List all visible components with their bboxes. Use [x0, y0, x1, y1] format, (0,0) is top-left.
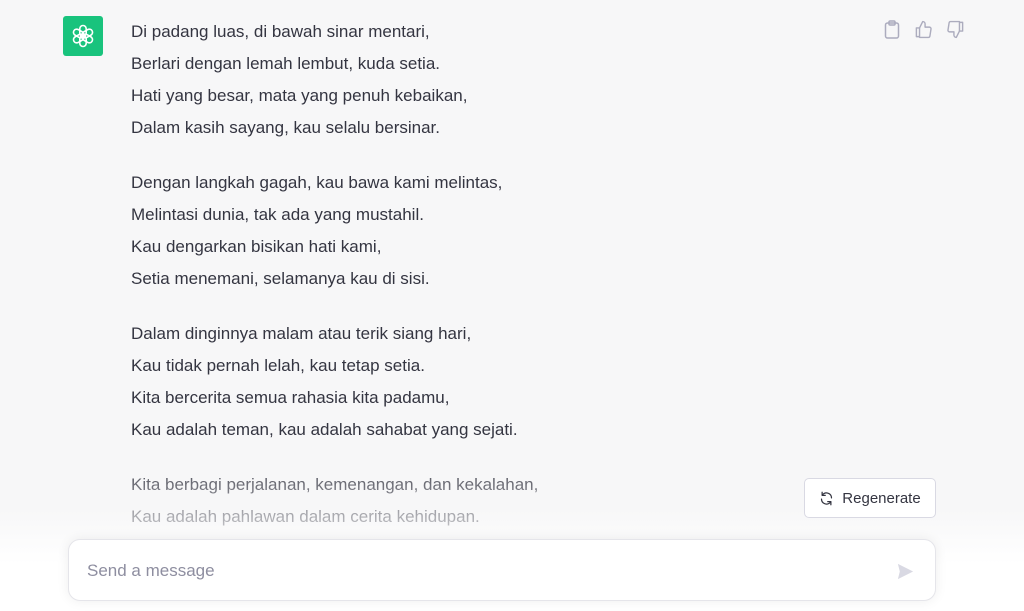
poem-line: Kau tidak pernah lelah, kau tetap setia. — [131, 356, 425, 375]
regenerate-button[interactable]: Regenerate — [804, 478, 936, 518]
poem-stanza: Dengan langkah gagah, kau bawa kami meli… — [131, 167, 831, 295]
assistant-avatar — [63, 16, 103, 56]
poem-stanza: Di padang luas, di bawah sinar mentari, B… — [131, 16, 831, 144]
poem-stanza: Kita berbagi perjalanan, kemenangan, dan… — [131, 469, 831, 533]
poem-line: Kau dengarkan bisikan hati kami, — [131, 237, 382, 256]
poem-stanza: Dalam dinginnya malam atau terik siang h… — [131, 318, 831, 446]
send-icon — [897, 563, 913, 579]
message-input[interactable] — [85, 540, 879, 602]
poem-line: Dalam kasih sayang, kau selalu bersinar. — [131, 118, 440, 137]
poem-line: Kau adalah pahlawan dalam cerita kehidup… — [131, 507, 480, 526]
poem-line: Kita bercerita semua rahasia kita padamu… — [131, 388, 450, 407]
poem-line: Berlari dengan lemah lembut, kuda setia. — [131, 54, 441, 73]
thumbs-down-button[interactable] — [946, 18, 965, 40]
regenerate-label: Regenerate — [842, 489, 921, 507]
thumbs-up-icon — [915, 20, 932, 38]
clipboard-icon — [884, 19, 899, 39]
poem-line: Hati yang besar, mata yang penuh kebaika… — [131, 86, 468, 105]
refresh-icon — [821, 491, 833, 505]
poem-line: Kita berbagi perjalanan, kemenangan, dan… — [131, 475, 539, 494]
copy-button[interactable] — [882, 18, 901, 40]
send-button[interactable] — [893, 559, 917, 583]
thumbs-up-button[interactable] — [914, 18, 933, 40]
poem-line: Melintasi dunia, tak ada yang mustahil. — [131, 205, 424, 224]
openai-logo-icon — [72, 24, 94, 48]
assistant-message: Di padang luas, di bawah sinar mentari, B… — [131, 16, 831, 556]
poem-line: Setia menemani, selamanya kau di sisi. — [131, 269, 430, 288]
poem-line: Di padang luas, di bawah sinar mentari, — [131, 22, 430, 41]
poem-line: Kau adalah teman, kau adalah sahabat yan… — [131, 420, 518, 439]
message-composer — [68, 539, 936, 602]
message-actions — [882, 18, 965, 40]
poem-line: Dalam dinginnya malam atau terik siang h… — [131, 324, 472, 343]
poem-line: Dengan langkah gagah, kau bawa kami meli… — [131, 173, 503, 192]
thumbs-down-icon — [947, 20, 964, 38]
